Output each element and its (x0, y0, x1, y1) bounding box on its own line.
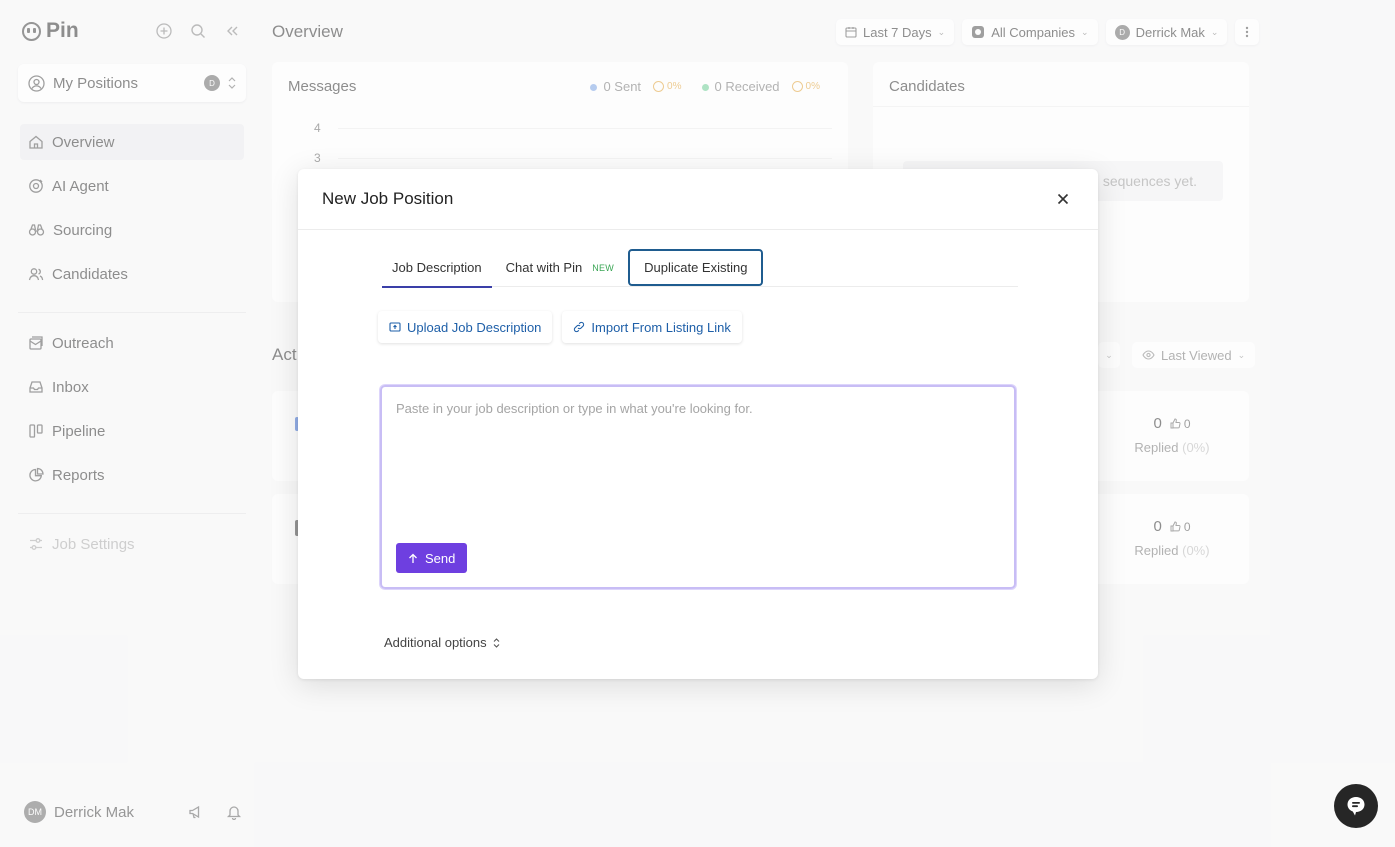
tab-duplicate-existing[interactable]: Duplicate Existing (628, 249, 764, 286)
modal-title: New Job Position (322, 189, 454, 208)
import-listing-link-button[interactable]: Import From Listing Link (562, 311, 742, 343)
close-icon (1057, 193, 1069, 205)
arrow-up-icon (409, 553, 417, 563)
send-button[interactable]: Send (396, 543, 468, 573)
modal-tabs: Job Description Chat with Pin NEW Duplic… (382, 249, 1018, 288)
upload-icon (389, 322, 401, 332)
job-description-input[interactable] (382, 387, 1014, 537)
tab-job-description[interactable]: Job Description (382, 249, 492, 288)
additional-options-toggle[interactable]: Additional options (384, 635, 500, 650)
chat-support-button[interactable] (1334, 784, 1378, 828)
tab-chat-with-pin[interactable]: Chat with Pin NEW (496, 249, 625, 287)
chevron-up-down-icon (493, 637, 500, 648)
link-icon (574, 321, 585, 333)
new-job-position-modal: New Job Position Job Description Chat wi… (298, 169, 1098, 679)
close-button[interactable] (1052, 188, 1074, 210)
new-badge: NEW (592, 262, 615, 273)
upload-job-description-button[interactable]: Upload Job Description (378, 311, 553, 343)
job-description-box: Send (380, 385, 1016, 589)
chat-bubble-icon (1347, 797, 1365, 816)
